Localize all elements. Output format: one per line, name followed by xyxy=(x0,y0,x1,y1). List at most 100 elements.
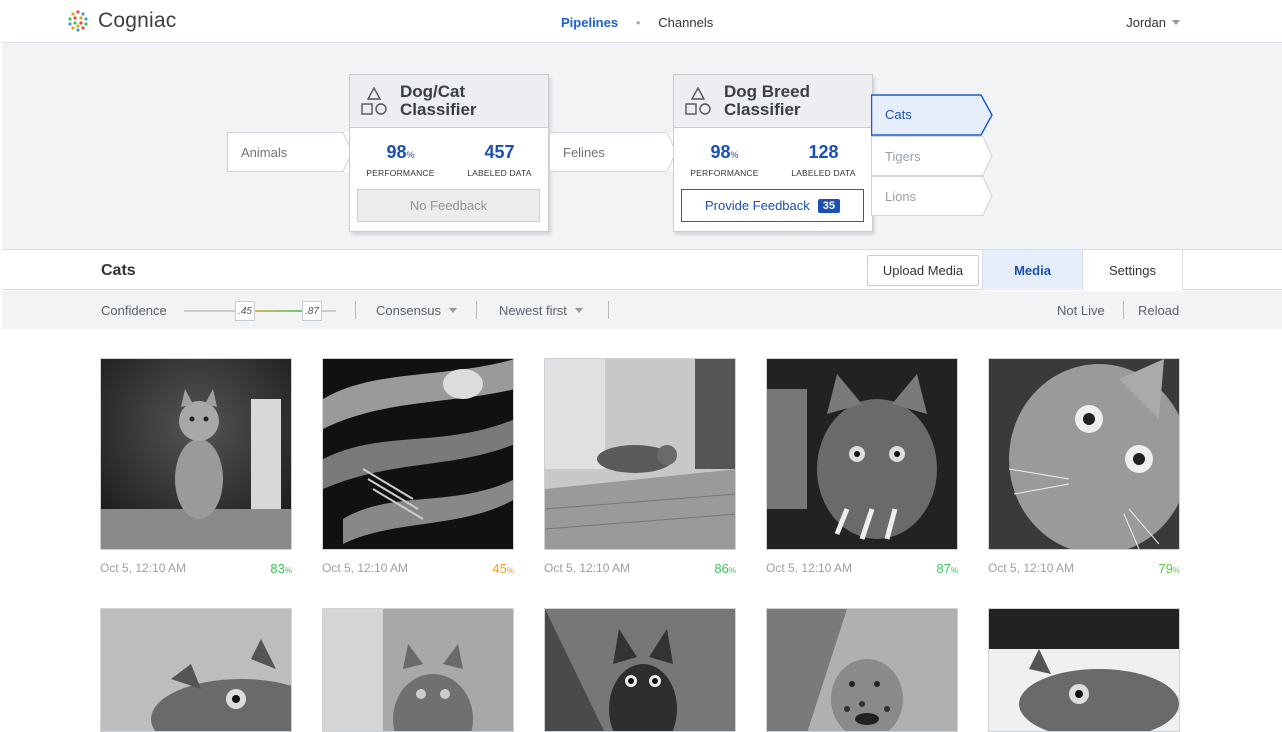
score-value: 79 xyxy=(1158,561,1173,576)
user-menu[interactable]: Jordan xyxy=(1126,15,1180,30)
media-thumbnail[interactable] xyxy=(100,358,292,550)
app-name: Cogniac xyxy=(98,9,177,32)
percent-sign: % xyxy=(506,566,514,575)
media-thumbnail[interactable] xyxy=(766,358,958,550)
score-value: 87 xyxy=(936,561,951,576)
labeled-data-stat: 128 LABELED DATA xyxy=(791,142,855,178)
slider-handle-low[interactable]: .45 xyxy=(235,301,255,321)
card-title-line2: Classifier xyxy=(400,100,477,119)
pipeline-output-cats[interactable]: Cats xyxy=(871,94,995,136)
media-tile[interactable]: Oct 5, 12:10 AM 83% xyxy=(100,358,292,576)
reload-button[interactable]: Reload xyxy=(1138,303,1179,318)
divider xyxy=(355,301,356,319)
percent-sign: % xyxy=(284,566,292,575)
slider-handle-high[interactable]: .87 xyxy=(302,301,322,321)
pipeline-output-lions[interactable]: Lions xyxy=(871,176,995,216)
shapes-icon xyxy=(685,86,711,115)
output-label-tigers: Tigers xyxy=(885,148,921,164)
media-tile[interactable] xyxy=(544,608,736,732)
media-score: 45% xyxy=(492,561,514,576)
tab-media[interactable]: Media xyxy=(982,250,1082,290)
performance-value: 98 xyxy=(710,142,731,162)
nav-pipelines[interactable]: Pipelines xyxy=(561,15,618,30)
provide-feedback-button[interactable]: Provide Feedback 35 xyxy=(681,189,864,222)
media-tile[interactable] xyxy=(988,608,1180,732)
media-date: Oct 5, 12:10 AM xyxy=(100,561,187,575)
media-date: Oct 5, 12:10 AM xyxy=(322,561,409,575)
classifier-card-dogbreed[interactable]: Dog Breed Classifier 98% PERFORMANCE 128… xyxy=(673,74,873,232)
score-value: 86 xyxy=(714,561,729,576)
percent-sign: % xyxy=(950,566,958,575)
media-date: Oct 5, 12:10 AM xyxy=(544,561,631,575)
card-title-line1: Dog/Cat xyxy=(400,82,466,101)
media-meta: Oct 5, 12:10 AM 87% xyxy=(766,561,958,576)
media-tile[interactable] xyxy=(100,608,292,732)
media-tile[interactable]: Oct 5, 12:10 AM 87% xyxy=(766,358,958,576)
section-header: Cats Upload Media Media Settings xyxy=(2,250,1282,290)
chevron-down-icon xyxy=(1172,20,1180,25)
media-thumbnail[interactable] xyxy=(100,608,292,732)
media-thumbnail[interactable] xyxy=(988,608,1180,732)
performance-caption: PERFORMANCE xyxy=(366,168,435,178)
main-nav: Pipelines • Channels xyxy=(561,15,713,30)
media-thumbnail[interactable] xyxy=(544,358,736,550)
shapes-icon xyxy=(361,86,387,115)
user-name: Jordan xyxy=(1126,15,1166,30)
pipeline-output-felines[interactable]: Felines xyxy=(549,132,677,172)
chevron-down-icon xyxy=(574,308,583,313)
card-stats: 98% PERFORMANCE 457 LABELED DATA xyxy=(350,128,548,178)
performance-stat: 98% PERFORMANCE xyxy=(690,142,758,178)
media-meta: Oct 5, 12:10 AM 45% xyxy=(322,561,514,576)
media-thumbnail[interactable] xyxy=(322,358,514,550)
divider xyxy=(608,301,609,319)
media-score: 79% xyxy=(1158,561,1180,576)
tab-settings[interactable]: Settings xyxy=(1082,250,1183,290)
percent-sign: % xyxy=(1172,566,1180,575)
pipeline-output-tigers[interactable]: Tigers xyxy=(871,136,995,176)
sort-dropdown[interactable]: Newest first xyxy=(499,303,583,318)
media-meta: Oct 5, 12:10 AM 79% xyxy=(988,561,1180,576)
media-tile[interactable]: Oct 5, 12:10 AM 86% xyxy=(544,358,736,576)
score-value: 83 xyxy=(270,561,285,576)
feedback-count-badge: 35 xyxy=(817,198,841,213)
nav-separator: • xyxy=(636,15,641,30)
media-tile[interactable] xyxy=(766,608,958,732)
no-feedback-button: No Feedback xyxy=(357,189,540,222)
confidence-label: Confidence xyxy=(101,303,167,318)
pipeline-input-animals[interactable]: Animals xyxy=(227,132,353,172)
sort-label: Newest first xyxy=(499,303,567,318)
performance-value: 98 xyxy=(386,142,407,162)
output-label-lions: Lions xyxy=(885,188,917,204)
percent-sign: % xyxy=(406,150,415,160)
labeled-data-stat: 457 LABELED DATA xyxy=(467,142,531,178)
media-thumbnail[interactable] xyxy=(322,608,514,732)
cogniac-logo-icon xyxy=(68,10,88,32)
classifier-card-dogcat[interactable]: Dog/Cat Classifier 98% PERFORMANCE 457 L… xyxy=(349,74,549,232)
media-thumbnail[interactable] xyxy=(766,608,958,732)
media-score: 83% xyxy=(270,561,292,576)
upload-media-button[interactable]: Upload Media xyxy=(867,255,979,286)
performance-stat: 98% PERFORMANCE xyxy=(366,142,434,178)
nav-channels[interactable]: Channels xyxy=(658,15,713,30)
card-title: Dog Breed Classifier xyxy=(724,83,810,119)
media-tile[interactable] xyxy=(322,608,514,732)
pipeline-mid-label: Felines xyxy=(563,144,605,160)
section-title: Cats xyxy=(101,262,136,279)
labeled-data-value: 457 xyxy=(484,142,515,162)
media-score: 86% xyxy=(714,561,736,576)
media-tile[interactable]: Oct 5, 12:10 AM 45% xyxy=(322,358,514,576)
logo[interactable]: Cogniac xyxy=(66,9,176,33)
output-label-cats: Cats xyxy=(885,106,912,122)
filter-bar: Confidence .45 .87 Consensus Newest firs… xyxy=(2,291,1282,329)
top-nav: Cogniac Pipelines • Channels Jordan xyxy=(2,0,1282,43)
labeled-data-value: 128 xyxy=(808,142,839,162)
consensus-dropdown[interactable]: Consensus xyxy=(376,303,458,318)
media-thumbnail[interactable] xyxy=(544,608,736,732)
media-meta: Oct 5, 12:10 AM 83% xyxy=(100,561,292,576)
confidence-slider[interactable]: .45 .87 xyxy=(184,301,336,321)
media-thumbnail[interactable] xyxy=(988,358,1180,550)
divider xyxy=(1123,301,1124,319)
media-tile[interactable]: Oct 5, 12:10 AM 79% xyxy=(988,358,1180,576)
card-title: Dog/Cat Classifier xyxy=(400,83,477,119)
card-header: Dog/Cat Classifier xyxy=(350,75,548,128)
